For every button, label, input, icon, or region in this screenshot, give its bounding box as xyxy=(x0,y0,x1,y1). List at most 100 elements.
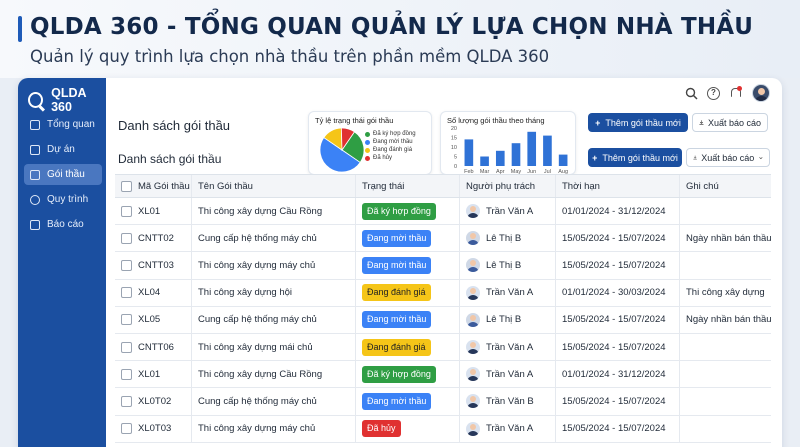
app-window: QLDA 360 Tổng quan Dự án Gói thầu Quy tr… xyxy=(18,78,782,447)
logo-text: QLDA 360 xyxy=(51,86,87,114)
row-checkbox[interactable] xyxy=(121,232,132,244)
cell-code: XL0T03 xyxy=(115,415,192,442)
app-logo[interactable]: QLDA 360 xyxy=(28,86,106,114)
package-code: XL05 xyxy=(138,314,161,326)
header-cell-name[interactable]: Tên Gói thầu xyxy=(192,175,356,197)
cell-name: Cung cấp hệ thống máy chủ xyxy=(192,388,356,415)
pie-chart xyxy=(319,127,365,173)
bar-chart: 05101520Feb Mar Apr May Jun Jul Aug xyxy=(451,126,568,175)
table-row[interactable]: CNTT03 Thi công xây dựng máy chủ Đang mời … xyxy=(115,252,771,280)
row-checkbox[interactable] xyxy=(121,341,132,353)
package-name: Thi công xây dựng mái chủ xyxy=(198,341,313,353)
add-package-button[interactable]: + Thêm gói thầu mới xyxy=(588,148,682,167)
cell-note: Ngày nhần bán thầu xyxy=(680,307,771,333)
banner-title: QLDA 360 - TỔNG QUAN QUẢN LÝ LỰA CHỌN NH… xyxy=(30,14,754,40)
bell-icon[interactable] xyxy=(729,85,742,100)
cell-period: 15/05/2024 - 15/07/2024 xyxy=(556,225,680,252)
folder-icon xyxy=(30,144,40,155)
cell-name: Cung cấp hệ thống máy chủ xyxy=(192,225,356,252)
table-row[interactable]: XL01 Thi công xây dựng Cầu Rồng Đã ký hợp … xyxy=(115,198,771,226)
bar xyxy=(527,131,537,166)
cell-code: CNTT06 xyxy=(115,333,192,361)
cell-code: XL01 xyxy=(115,198,192,225)
user-avatar[interactable] xyxy=(752,84,770,102)
header-cell-code: Mã Gói thầu xyxy=(115,175,192,197)
header-cell-status[interactable]: Trạng thái xyxy=(356,175,460,197)
packages-table: Mã Gói thầu Tên Gói thầu Trạng thái Ngườ… xyxy=(115,174,771,443)
sidebar-item-quy-trinh[interactable]: Quy trình xyxy=(24,189,102,210)
row-checkbox[interactable] xyxy=(121,423,132,435)
sidebar-item-du-an[interactable]: Dự án xyxy=(24,139,102,160)
period-text: 15/05/2024 - 15/07/2024 xyxy=(562,314,666,326)
y-tick-label: 0 xyxy=(454,164,457,170)
header-cell-person[interactable]: Người phụ trách xyxy=(460,175,556,197)
table-row[interactable]: XL0T02 Cung cấp hệ thống máy chủ Đang mời … xyxy=(115,388,771,416)
person-name: Lê Thị B xyxy=(486,232,522,244)
avatar xyxy=(466,312,480,327)
package-icon xyxy=(30,169,40,180)
table-row[interactable]: XL01 Thi công xây dựng Cầu Rồng Đã ký hợp … xyxy=(115,361,771,389)
sidebar-item-label: Dự án xyxy=(47,144,75,155)
avatar xyxy=(466,394,480,409)
avatar xyxy=(466,340,480,355)
legend-dot-blue xyxy=(365,139,370,145)
row-checkbox[interactable] xyxy=(121,395,132,407)
table-header: Mã Gói thầu Tên Gói thầu Trạng thái Ngườ… xyxy=(115,174,771,198)
table-row[interactable]: XL04 Thi công xây dựng hội Đang đánh giá Tr… xyxy=(115,279,771,307)
package-code: XL0T02 xyxy=(138,395,172,407)
header-label: Trạng thái xyxy=(362,180,405,192)
package-code: CNTT03 xyxy=(138,259,174,271)
cell-note xyxy=(680,334,771,360)
banner-accent-bar xyxy=(18,16,22,42)
logo-q-icon xyxy=(28,92,44,108)
sidebar-item-goi-thau[interactable]: Gói thầu xyxy=(24,164,102,185)
cell-status: Đã hủy xyxy=(356,415,460,442)
select-all-checkbox[interactable] xyxy=(121,180,132,192)
cell-status: Đã ký hợp đồng xyxy=(356,361,460,388)
header-cell-period[interactable]: Thời hạn xyxy=(556,175,680,197)
cell-status: Đang mời thầu xyxy=(356,306,460,333)
report-icon xyxy=(30,219,40,230)
cell-note xyxy=(680,252,771,278)
header-cell-note[interactable]: Ghi chú xyxy=(680,175,771,197)
add-package-label: Thêm gói thầu mới xyxy=(605,117,681,128)
package-name: Thi công xây dựng Cầu Rồng xyxy=(198,205,323,217)
help-icon[interactable]: ? xyxy=(707,86,720,100)
cell-code: CNTT02 xyxy=(115,225,192,252)
export-report-button-top[interactable]: Xuất báo cáo xyxy=(692,113,768,132)
cell-period: 01/01/2024 - 31/12/2024 xyxy=(556,361,680,388)
package-name: Cung cấp hệ thống máy chủ xyxy=(198,395,317,407)
section-title: Danh sách gói thầu xyxy=(118,152,222,166)
sidebar-item-label: Gói thầu xyxy=(47,169,85,180)
sidebar-item-label: Tổng quan xyxy=(47,119,95,130)
y-tick-label: 15 xyxy=(451,136,457,142)
cell-person: Lê Thị B xyxy=(460,306,556,333)
table-row[interactable]: XL05 Cung cấp hệ thống máy chủ Đang mời th… xyxy=(115,306,771,334)
topbar-icons: ? xyxy=(676,84,770,102)
table-body: XL01 Thi công xây dựng Cầu Rồng Đã ký hợp … xyxy=(115,198,771,443)
table-row[interactable]: CNTT02 Cung cấp hệ thống máy chủ Đang mời … xyxy=(115,225,771,253)
cell-period: 01/01/2024 - 31/12/2024 xyxy=(556,198,680,225)
package-code: XL01 xyxy=(138,205,161,217)
person-name: Trần Văn B xyxy=(486,395,534,407)
period-text: 15/05/2024 - 15/07/2024 xyxy=(562,259,666,271)
add-package-button-top[interactable]: + Thêm gói thầu mới xyxy=(588,113,688,132)
row-checkbox[interactable] xyxy=(121,205,132,217)
package-code: CNTT06 xyxy=(138,341,174,353)
cell-name: Thi công xây dựng mái chủ xyxy=(192,333,356,361)
period-text: 15/05/2024 - 15/07/2024 xyxy=(562,423,666,435)
cell-name: Cung cấp hệ thống máy chủ xyxy=(192,306,356,333)
search-icon[interactable] xyxy=(685,87,698,100)
row-checkbox[interactable] xyxy=(121,368,132,380)
sidebar-item-bao-cao[interactable]: Báo cáo xyxy=(24,214,102,235)
legend-label: Đã ký hợp đồng xyxy=(373,131,416,137)
sidebar-item-tong-quan[interactable]: Tổng quan xyxy=(24,114,102,135)
row-checkbox[interactable] xyxy=(121,259,132,271)
cell-code: XL01 xyxy=(115,361,192,388)
row-checkbox[interactable] xyxy=(121,287,132,299)
export-report-dropdown[interactable]: Xuất báo cáo xyxy=(686,148,770,167)
banner: QLDA 360 - TỔNG QUAN QUẢN LÝ LỰA CHỌN NH… xyxy=(0,0,800,78)
row-checkbox[interactable] xyxy=(121,314,132,326)
table-row[interactable]: CNTT06 Thi công xây dựng mái chủ Đang đánh… xyxy=(115,333,771,362)
table-row[interactable]: XL0T03 Thi công xây dựng máy chủ Đã hủy Trầ… xyxy=(115,415,771,443)
